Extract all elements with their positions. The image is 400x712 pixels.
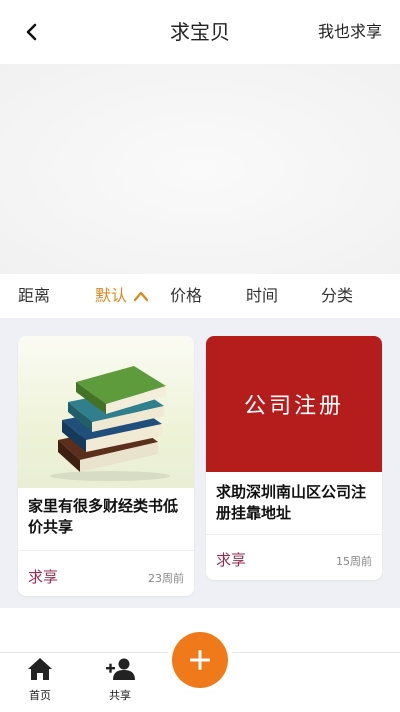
image-caption: 公司注册 [243,394,344,419]
back-button[interactable] [18,18,46,46]
tab-share[interactable]: 共享 [90,657,150,703]
card-time: 23周前 [148,572,184,585]
sort-tab-label: 分类 [321,286,354,305]
card-title: 家里有很多财经类书低价共享 [28,497,179,536]
sort-bar: 距离 默认 价格 时间 分类 [0,274,400,318]
tab-label: 共享 [109,689,131,702]
plus-icon [190,650,210,670]
book-stack-image [18,336,194,488]
sort-tab-label: 价格 [170,286,203,305]
card-title: 求助深圳南山区公司注册挂靠地址 [216,483,367,522]
sort-tab-label: 默认 [95,286,128,305]
sort-tab-default[interactable]: 默认 [95,286,149,306]
header-bar: 求宝贝 我也求享 [0,0,400,64]
card-tag: 求享 [28,568,59,586]
card-divider [18,550,194,551]
card-time: 15周前 [336,555,372,568]
sort-tab-distance[interactable]: 距离 [18,286,50,306]
sort-tab-price[interactable]: 价格 [170,286,202,306]
card-grid: 家里有很多财经类书低价共享 求享 23周前 公司注册 求助深圳南山区公司注册挂靠… [0,318,400,608]
sort-tab-category[interactable]: 分类 [321,286,353,306]
tab-label: 首页 [29,689,51,702]
chevron-left-icon [26,23,37,41]
banner-area [0,64,400,274]
tab-home[interactable]: 首页 [10,657,70,703]
add-user-icon [106,658,135,680]
card-tag: 求享 [216,551,247,569]
sort-tab-label: 距离 [18,286,51,305]
add-button[interactable] [172,632,228,688]
home-icon [28,658,52,680]
sort-tab-time[interactable]: 时间 [246,286,278,306]
card-item[interactable]: 公司注册 求助深圳南山区公司注册挂靠地址 求享 15周前 [206,336,382,580]
chevron-up-icon [133,291,149,302]
card-divider [206,534,382,535]
i-want-share-link[interactable]: 我也求享 [318,20,382,44]
company-registration-image: 公司注册 [206,336,382,472]
sort-tab-label: 时间 [246,286,279,305]
card-item[interactable]: 家里有很多财经类书低价共享 求享 23周前 [18,336,194,596]
